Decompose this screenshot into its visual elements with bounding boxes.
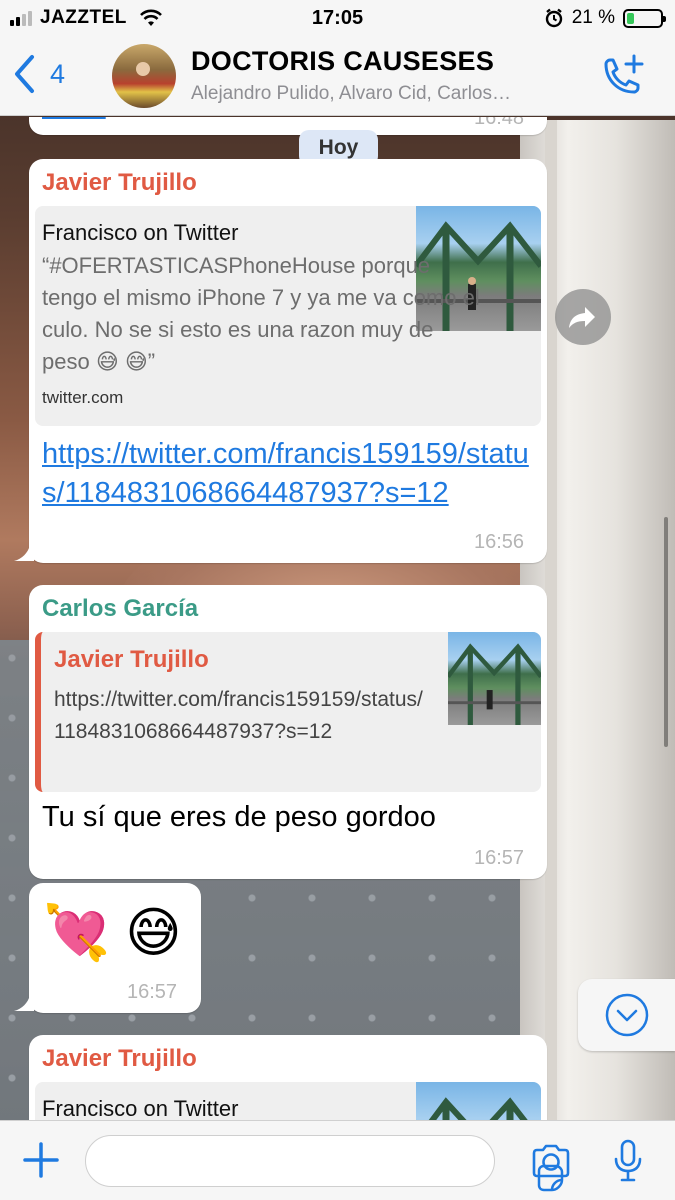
forward-icon — [569, 307, 595, 328]
quote-thumbnail — [448, 632, 541, 725]
message-time: 16:56 — [474, 531, 525, 553]
preview-title: Francisco on Twitter — [42, 220, 239, 245]
preview-domain: twitter.com — [42, 388, 124, 407]
message-text: Tu sí que eres de peso gordoo — [42, 801, 436, 833]
scroll-to-bottom-button[interactable] — [578, 979, 675, 1051]
message-time: 16:57 — [127, 981, 178, 1003]
chat-header: 4 DOCTORIS CAUSESES Alejandro Pulido, Al… — [0, 36, 675, 116]
chat-title[interactable]: DOCTORIS CAUSESES — [191, 46, 494, 77]
bubble-tail — [14, 545, 34, 561]
sender-name[interactable]: Carlos García — [42, 595, 198, 623]
group-avatar[interactable] — [112, 44, 176, 108]
bridge-image — [448, 643, 541, 725]
add-call-icon[interactable] — [598, 54, 644, 100]
back-chevron-icon — [15, 55, 34, 93]
message-bubble-partial[interactable]: s=66 16:48 — [29, 117, 547, 135]
quote-sender: Javier Trujillo — [54, 646, 209, 673]
message-link[interactable]: https://twitter.com/francis159159/status… — [42, 435, 532, 513]
quote-text: https://twitter.com/francis159159/status… — [54, 688, 423, 743]
message-bubble[interactable]: Carlos García Javier Trujillo https://tw… — [29, 585, 547, 879]
unread-count: 4 — [50, 58, 66, 89]
chat-members[interactable]: Alejandro Pulido, Alvaro Cid, Carlos… — [191, 83, 571, 105]
message-input[interactable] — [85, 1135, 564, 1192]
camera-icon[interactable] — [530, 1143, 572, 1179]
quoted-message[interactable]: Javier Trujillo https://twitter.com/fran… — [35, 632, 541, 792]
scroll-indicator — [664, 517, 668, 747]
message-bubble[interactable]: Javier Trujillo Francisco on Twitter “#O… — [29, 159, 547, 563]
battery-icon — [623, 8, 666, 28]
bridge-image — [428, 1097, 528, 1120]
link-preview[interactable]: Francisco on Twitter “#OFERTASTICASPhone… — [35, 206, 541, 426]
scroll-down-icon — [605, 993, 649, 1037]
preview-title: Francisco on Twitter — [42, 1096, 239, 1120]
emoji-message: 💘 😅 — [43, 903, 182, 963]
back-button[interactable]: 4 — [12, 54, 65, 94]
message-bubble[interactable]: Javier Trujillo Francisco on Twitter — [29, 1035, 547, 1120]
bubble-tail — [14, 995, 34, 1011]
twitter-link[interactable]: https://twitter.com/francis159159/status… — [42, 438, 529, 509]
preview-thumbnail — [416, 1082, 541, 1120]
alarm-icon — [545, 8, 562, 28]
forward-button[interactable] — [555, 289, 611, 345]
message-input-bar — [0, 1120, 675, 1200]
message-list[interactable]: s=66 16:48 Hoy Javier Trujillo Francisco… — [0, 117, 675, 1120]
message-bubble[interactable]: 💘 😅 16:57 — [29, 883, 201, 1013]
battery-percent: 21 % — [571, 7, 615, 28]
mic-icon[interactable] — [611, 1139, 645, 1183]
message-link[interactable]: s=66 — [42, 117, 106, 126]
message-time: 16:48 — [474, 117, 525, 129]
plus-icon[interactable] — [22, 1141, 60, 1179]
link-preview[interactable]: Francisco on Twitter — [35, 1082, 541, 1120]
message-time: 16:57 — [474, 847, 525, 869]
preview-text: “#OFERTASTICASPhoneHouse porque tengo el… — [42, 253, 480, 374]
status-bar: JAZZTEL 17:05 21 % — [0, 0, 675, 36]
sender-name[interactable]: Javier Trujillo — [42, 169, 197, 197]
sender-name[interactable]: Javier Trujillo — [42, 1045, 197, 1073]
